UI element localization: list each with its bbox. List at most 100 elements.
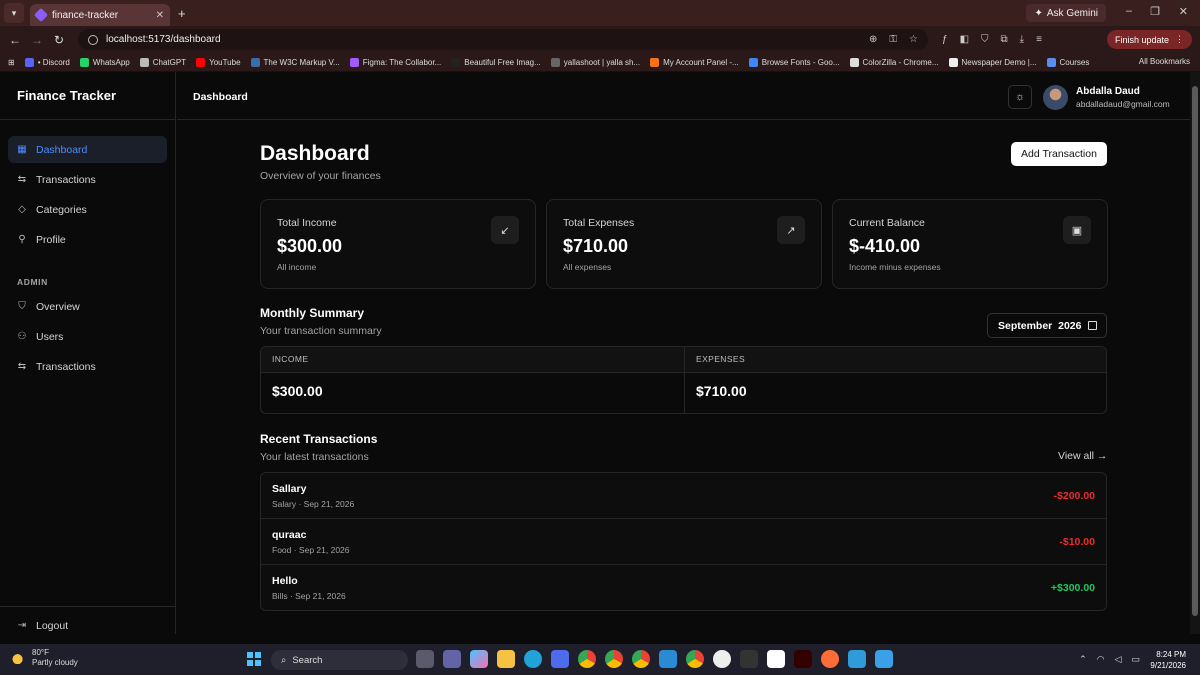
close-tab-icon[interactable]: ✕ <box>156 10 164 21</box>
sidebar-item-admin-transactions[interactable]: ⇆ Transactions <box>8 353 167 380</box>
zoom-icon[interactable]: ⊕ <box>869 34 877 45</box>
chevron-up-icon[interactable]: ⌃ <box>1079 654 1087 665</box>
photos-icon[interactable] <box>848 650 866 668</box>
bookmark-item[interactable]: The W3C Markup V... <box>250 57 340 67</box>
page-scrollbar[interactable] <box>1190 72 1200 634</box>
total-income-card: Total Income $300.00 All income ↙ <box>260 199 536 289</box>
file-explorer-icon[interactable] <box>497 650 515 668</box>
chrome-dev-icon[interactable] <box>632 650 650 668</box>
back-icon[interactable]: ← <box>4 33 26 47</box>
bookmark-favicon-icon <box>748 57 758 67</box>
bookmark-item[interactable]: Figma: The Collabor... <box>349 57 441 67</box>
sidebar-item-transactions[interactable]: ⇆ Transactions <box>8 166 167 193</box>
recent-transactions-subtitle: Your latest transactions <box>260 451 369 463</box>
calendar-icon[interactable] <box>1088 321 1097 330</box>
sidebar-item-categories[interactable]: ◇ Categories <box>8 196 167 223</box>
bookmark-label: My Account Panel -... <box>663 57 739 67</box>
notepad-icon[interactable] <box>875 650 893 668</box>
windows-start-icon[interactable] <box>247 652 261 666</box>
app-root: Finance Tracker ▦ Dashboard ⇆ Transactio… <box>0 72 1190 634</box>
bookmark-item[interactable]: My Account Panel -... <box>650 57 739 67</box>
battery-icon[interactable]: ▭ <box>1131 654 1140 665</box>
expenses-header: EXPENSES <box>685 347 1106 373</box>
reload-icon[interactable]: ↻ <box>48 33 70 47</box>
font-extension-icon[interactable]: ƒ <box>942 34 948 45</box>
volume-icon[interactable]: ◁ <box>1115 654 1122 665</box>
bookmark-favicon-icon <box>139 57 149 67</box>
bookmark-item[interactable]: ChatGPT <box>139 57 186 67</box>
key-icon[interactable]: ⚿ <box>889 34 897 45</box>
sidebar-item-dashboard[interactable]: ▦ Dashboard <box>8 136 167 163</box>
scrollbar-thumb[interactable] <box>1192 86 1198 616</box>
puzzle-icon[interactable]: ⧉ <box>1001 34 1008 45</box>
list-item[interactable]: Sallary Salary · Sep 21, 2026 -$200.00 <box>261 473 1106 519</box>
all-bookmarks[interactable]: All Bookmarks <box>1139 57 1190 66</box>
download-icon[interactable]: ⤓ <box>1020 34 1024 45</box>
bookmark-item[interactable]: Newspaper Demo |... <box>948 57 1037 67</box>
chrome-profile-icon[interactable] <box>605 650 623 668</box>
sidebar-item-overview[interactable]: ⛉ Overview <box>8 293 167 320</box>
more-menu-icon[interactable]: ⋮ <box>1175 34 1184 45</box>
minimize-icon[interactable]: – <box>1126 5 1132 17</box>
add-transaction-button[interactable]: Add Transaction <box>1011 142 1107 166</box>
forward-icon[interactable]: → <box>26 33 48 47</box>
bookmark-item[interactable]: WhatsApp <box>79 57 130 67</box>
bookmark-item[interactable]: Beautiful Free Imag... <box>451 57 541 67</box>
vscode-icon[interactable] <box>659 650 677 668</box>
edge-icon[interactable] <box>524 650 542 668</box>
arrows-icon: ⇆ <box>17 361 27 372</box>
view-all-link[interactable]: View all → <box>1058 450 1107 462</box>
finish-update-button[interactable]: Finish update ⋮ <box>1106 30 1192 49</box>
bookmark-item[interactable]: yallashoot | yalla sh... <box>550 57 640 67</box>
list-item[interactable]: Hello Bills · Sep 21, 2026 +$300.00 <box>261 565 1106 611</box>
list-item[interactable]: quraac Food · Sep 21, 2026 -$10.00 <box>261 519 1106 565</box>
maximize-icon[interactable]: ❐ <box>1150 5 1160 18</box>
sidebar-item-label: Categories <box>36 203 87 216</box>
notion-icon[interactable] <box>767 650 785 668</box>
bookmark-item[interactable]: Courses <box>1046 57 1089 67</box>
wifi-icon[interactable]: ◠ <box>1097 654 1105 665</box>
bookmark-item[interactable]: • Discord <box>24 57 70 67</box>
sidebar-item-profile[interactable]: ⚲ Profile <box>8 226 167 253</box>
extension-icon[interactable]: ◧ <box>960 34 969 45</box>
postman-icon[interactable] <box>821 650 839 668</box>
task-view-icon[interactable] <box>416 650 434 668</box>
card-value: $300.00 <box>277 236 343 256</box>
taskbar-apps <box>416 650 893 668</box>
grid-icon: ▦ <box>17 144 27 155</box>
logout-button[interactable]: ⇥ Logout <box>8 612 167 639</box>
taskbar-clock[interactable]: 8:24 PM 9/21/2026 <box>1150 649 1186 671</box>
bookmark-item[interactable]: ColorZilla - Chrome... <box>849 57 939 67</box>
ask-gemini-button[interactable]: ✦ Ask Gemini <box>1026 4 1106 22</box>
month-picker[interactable]: September 2026 <box>987 313 1107 338</box>
tab-list-button[interactable]: ▾ <box>4 3 24 23</box>
app-icon[interactable] <box>713 650 731 668</box>
store-icon[interactable] <box>551 650 569 668</box>
avatar[interactable] <box>1043 85 1068 110</box>
close-window-icon[interactable]: ✕ <box>1179 5 1188 18</box>
bookmark-favicon-icon <box>849 57 859 67</box>
card-value: $-410.00 <box>849 236 921 256</box>
url-bar[interactable]: localhost:5173/dashboard ⊕ ⚿ ☆ <box>78 29 928 50</box>
theme-toggle-button[interactable]: ☼ <box>1008 85 1032 109</box>
chrome-alt-icon[interactable] <box>686 650 704 668</box>
copilot-icon[interactable] <box>470 650 488 668</box>
chrome-icon[interactable] <box>578 650 596 668</box>
reading-list-icon[interactable]: ≡ <box>1036 34 1042 45</box>
bookmark-item[interactable]: Browse Fonts - Goo... <box>748 57 840 67</box>
site-info-icon[interactable] <box>88 34 98 45</box>
bookmark-item[interactable]: YouTube <box>196 57 241 67</box>
apps-icon[interactable]: ⊞ <box>8 58 15 67</box>
weather-widget[interactable]: 80°F Partly cloudy <box>12 648 78 668</box>
teams-icon[interactable] <box>443 650 461 668</box>
browser-tab[interactable]: finance-tracker ✕ <box>30 4 170 26</box>
taskbar-search[interactable]: ⌕ Search <box>271 650 408 670</box>
illustrator-icon[interactable] <box>794 650 812 668</box>
star-icon[interactable]: ☆ <box>909 34 918 45</box>
shield-extension-icon[interactable]: ⛉ <box>981 34 989 45</box>
transaction-title: Sallary <box>272 483 307 495</box>
sidebar-item-label: Transactions <box>36 360 96 373</box>
sidebar-item-users[interactable]: ⚇ Users <box>8 323 167 350</box>
capcut-icon[interactable] <box>740 650 758 668</box>
new-tab-button[interactable]: + <box>178 6 186 21</box>
